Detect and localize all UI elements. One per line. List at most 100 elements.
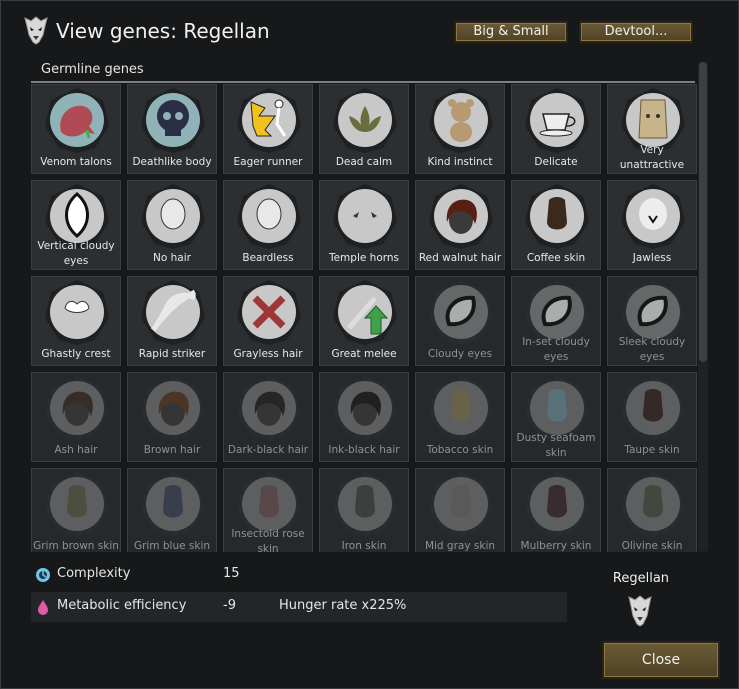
gene-card[interactable]: Very unattractive [607, 84, 697, 174]
gene-card[interactable]: In-set cloudy eyes [511, 276, 601, 366]
gene-label: Delicate [534, 156, 578, 168]
gene-card[interactable]: Cloudy eyes [415, 276, 505, 366]
skin-icon [429, 376, 493, 441]
complexity-label: Complexity [57, 566, 131, 581]
skin-icon [429, 472, 493, 537]
gene-label: Venom talons [40, 156, 112, 168]
gene-card[interactable]: Dusty seafoam skin [511, 372, 601, 462]
gene-card[interactable]: Mid gray skin [415, 468, 505, 552]
gene-card[interactable]: Coffee skin [511, 180, 601, 270]
gene-label: Grim blue skin [133, 540, 211, 552]
gene-card[interactable]: Rapid striker [127, 276, 217, 366]
window-title: View genes: Regellan [56, 19, 270, 43]
skin-icon [525, 184, 589, 249]
gene-card[interactable]: Ghastly crest [31, 276, 121, 366]
gene-card[interactable]: Taupe skin [607, 372, 697, 462]
skull-icon [141, 88, 205, 153]
gene-label: Very unattractive [619, 144, 685, 171]
gene-card[interactable]: Vertical cloudy eyes [31, 180, 121, 270]
skin-icon [333, 472, 397, 537]
gene-label: In-set cloudy eyes [522, 336, 590, 363]
gene-card[interactable]: Red walnut hair [415, 180, 505, 270]
gene-card[interactable]: Jawless [607, 180, 697, 270]
gene-grid-viewport[interactable]: Venom talons Deathlike body Eager runner De… [31, 83, 697, 552]
venom-talons-icon [45, 88, 109, 153]
gene-label: Dead calm [335, 156, 393, 168]
gene-card[interactable]: Brown hair [127, 372, 217, 462]
teacup-icon [525, 88, 589, 153]
gene-label: Beardless [242, 252, 294, 264]
metabolic-efficiency-row: Metabolic efficiency -9 Hunger rate x225… [31, 592, 567, 622]
gene-label: Deathlike body [132, 156, 212, 168]
scrollbar-thumb[interactable] [699, 62, 707, 362]
gene-label: Cloudy eyes [427, 348, 493, 360]
complexity-icon [36, 568, 50, 582]
gene-label: Tobacco skin [426, 444, 494, 456]
gene-label: Eager runner [233, 156, 303, 168]
hair-icon [429, 184, 493, 249]
germline-genes-heading: Germline genes [41, 62, 144, 77]
metabolic-efficiency-label: Metabolic efficiency [57, 598, 187, 613]
gene-card[interactable]: Eager runner [223, 84, 313, 174]
gene-card[interactable]: No hair [127, 180, 217, 270]
gene-card[interactable]: Grim brown skin [31, 468, 121, 552]
gene-grid-scrollbar[interactable] [698, 62, 708, 552]
gene-card[interactable]: Great melee [319, 276, 409, 366]
gene-card[interactable]: Tobacco skin [415, 372, 505, 462]
gene-label: No hair [153, 252, 191, 264]
gene-label: Iron skin [341, 540, 387, 552]
gene-card[interactable]: Dead calm [319, 84, 409, 174]
gene-card[interactable]: Grayless hair [223, 276, 313, 366]
gene-label: Olivine skin [621, 540, 683, 552]
hair-icon [237, 376, 301, 441]
beardless-face-icon [237, 184, 301, 249]
gene-label: Vertical cloudy eyes [37, 240, 115, 267]
no-gray-hair-icon [237, 280, 301, 345]
gene-card[interactable]: Insectoid rose skin [223, 468, 313, 552]
gene-label: Temple horns [328, 252, 400, 264]
gene-viewer-window: View genes: Regellan Big & Small Devtool… [0, 0, 739, 689]
skin-icon [141, 472, 205, 537]
gene-card[interactable]: Temple horns [319, 180, 409, 270]
big-small-button[interactable]: Big & Small [454, 21, 568, 43]
gene-card[interactable]: Olivine skin [607, 468, 697, 552]
gene-card[interactable]: Kind instinct [415, 84, 505, 174]
gene-label: Dark-black hair [227, 444, 309, 456]
gene-label: Ghastly crest [41, 348, 111, 360]
xenotype-icon[interactable] [627, 594, 653, 628]
gene-label: Great melee [331, 348, 397, 360]
gene-label: Coffee skin [526, 252, 586, 264]
gene-card[interactable]: Iron skin [319, 468, 409, 552]
gene-label: Dusty seafoam skin [516, 432, 596, 459]
sword-up-icon [333, 280, 397, 345]
gene-label: Jawless [632, 252, 672, 264]
gene-label: Brown hair [143, 444, 201, 456]
gene-card[interactable]: Venom talons [31, 84, 121, 174]
gene-card[interactable]: Beardless [223, 180, 313, 270]
horns-icon [333, 184, 397, 249]
devtool-button[interactable]: Devtool... [579, 21, 693, 43]
gene-card[interactable]: Mulberry skin [511, 468, 601, 552]
gene-card[interactable]: Ink-black hair [319, 372, 409, 462]
gene-card[interactable]: Dark-black hair [223, 372, 313, 462]
lotus-icon [333, 88, 397, 153]
gene-label: Mulberry skin [520, 540, 592, 552]
gene-label: Red walnut hair [418, 252, 502, 264]
gene-card[interactable]: Ash hair [31, 372, 121, 462]
gene-label: Rapid striker [138, 348, 206, 360]
gene-label: Insectoid rose skin [231, 528, 305, 552]
gene-label: Grayless hair [233, 348, 303, 360]
xenotype-name: Regellan [612, 571, 670, 586]
teddy-bear-icon [429, 88, 493, 153]
gene-card[interactable]: Deathlike body [127, 84, 217, 174]
gene-card[interactable]: Grim blue skin [127, 468, 217, 552]
cloudy-eye-icon [429, 280, 493, 345]
gene-card[interactable]: Delicate [511, 84, 601, 174]
gene-card[interactable]: Sleek cloudy eyes [607, 276, 697, 366]
skin-icon [621, 472, 685, 537]
metabolism-drop-icon [38, 600, 48, 615]
jawless-icon [621, 184, 685, 249]
gene-label: Ink-black hair [328, 444, 400, 456]
skin-icon [45, 472, 109, 537]
close-button[interactable]: Close [602, 641, 720, 679]
